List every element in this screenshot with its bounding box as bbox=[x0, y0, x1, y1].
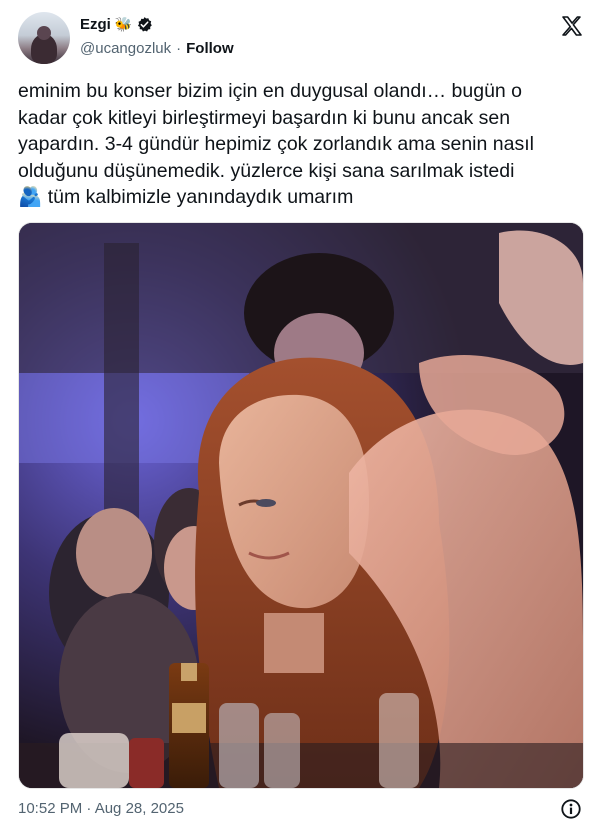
author-handle[interactable]: @ucangozluk bbox=[80, 40, 171, 57]
follow-button[interactable]: Follow bbox=[186, 40, 234, 57]
tweet-line: yapardın. 3-4 gündür hepimiz çok zorland… bbox=[18, 133, 534, 155]
tweet-line: kadar çok kitleyi birleştirmeyi başardın… bbox=[18, 106, 511, 129]
tweet-text: eminim bu konser bizim için en duygusal … bbox=[18, 78, 584, 211]
timestamp[interactable]: 10:52 PM · Aug 28, 2025 bbox=[18, 800, 184, 817]
info-icon[interactable] bbox=[560, 798, 582, 820]
concert-photo bbox=[19, 223, 583, 788]
bee-emoji: 🐝 bbox=[114, 16, 133, 32]
tweet-photo[interactable] bbox=[18, 222, 584, 789]
avatar-head bbox=[37, 26, 51, 40]
x-logo-icon[interactable] bbox=[560, 14, 584, 38]
handle-row: @ucangozluk · Follow bbox=[80, 40, 234, 57]
author-name[interactable]: Ezgi bbox=[80, 16, 111, 33]
separator-dot: · bbox=[176, 40, 182, 57]
name-row: Ezgi 🐝 bbox=[80, 16, 153, 33]
verified-badge-icon bbox=[138, 17, 153, 32]
tweet-line: eminim bu konser bizim için en duygusal … bbox=[18, 80, 523, 102]
tweet-header: Ezgi 🐝 @ucangozluk · Follow bbox=[18, 12, 584, 64]
avatar[interactable] bbox=[18, 12, 70, 64]
tweet-line: 🫂 tüm kalbimizle yanındaydık umarım bbox=[18, 186, 354, 208]
tweet-footer: 10:52 PM · Aug 28, 2025 bbox=[18, 798, 584, 822]
tweet-line: olduğunu düşünemedik. yüzlerce kişi sana… bbox=[18, 159, 515, 182]
